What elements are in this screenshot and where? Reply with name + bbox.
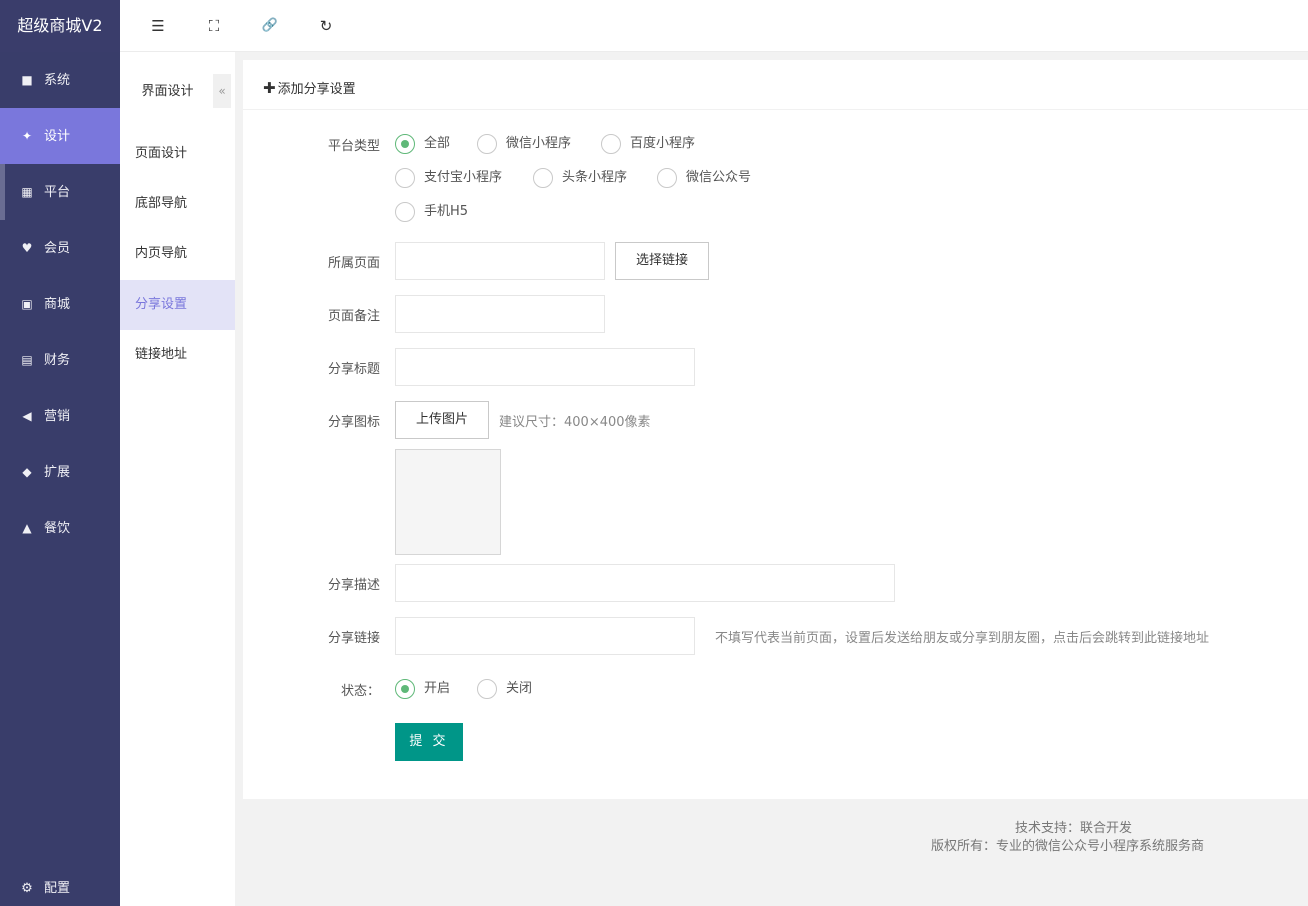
share-icon-label: 分享图标 (327, 415, 380, 430)
radio-platform-mobile-h5[interactable]: 手机H5 (395, 201, 468, 223)
radio-circle-icon (395, 201, 415, 222)
status-label: 状态： (340, 684, 380, 699)
share-link-label: 分享链接 (327, 631, 380, 646)
link-icon[interactable]: 🔗 (258, 14, 282, 38)
radio-platform-alipay-mini[interactable]: 支付宝小程序 (395, 167, 502, 189)
heart-icon: ♥ (21, 241, 33, 255)
sidebar-item-design[interactable]: ✦ 设计 (0, 108, 120, 164)
radio-circle-icon (395, 133, 415, 154)
app-logo-title: 超级商城V2 (0, 0, 120, 52)
radio-label: 百度小程序 (630, 136, 696, 151)
radio-status-on[interactable]: 开启 (395, 678, 450, 700)
sidebar-item-label: 餐饮 (44, 521, 71, 536)
radio-label: 关闭 (506, 681, 533, 696)
sidebar-item-marketing[interactable]: ◀ 营销 (0, 388, 120, 444)
radio-circle-icon (657, 167, 677, 188)
money-icon: ▤ (21, 353, 33, 367)
share-title-label: 分享标题 (327, 362, 380, 377)
gear-icon: ⚙ (21, 881, 33, 896)
radio-circle-icon (477, 678, 497, 699)
radio-label: 开启 (424, 681, 451, 696)
sidebar-item-mall[interactable]: ▣ 商城 (0, 276, 120, 332)
sidebar-item-catering[interactable]: ▲ 餐饮 (0, 500, 120, 556)
radio-label: 微信小程序 (506, 136, 572, 151)
radio-circle-icon (395, 167, 415, 188)
sidebar-item-label: 系统 (44, 73, 71, 88)
radio-status-off[interactable]: 关闭 (477, 678, 532, 700)
subnav-item-link-address[interactable]: 链接地址 (120, 330, 235, 380)
sidebar-item-member[interactable]: ♥ 会员 (0, 220, 120, 276)
radio-circle-icon (533, 167, 553, 188)
radio-platform-wechat-official[interactable]: 微信公众号 (657, 167, 751, 189)
menu-fold-icon[interactable]: ☰ (146, 14, 170, 38)
subnav-item-page-design[interactable]: 页面设计 (120, 129, 235, 179)
refresh-icon[interactable]: ↻ (314, 14, 338, 38)
puzzle-icon: ✦ (21, 129, 33, 143)
sidebar-item-system[interactable]: ■ 系统 (0, 52, 120, 108)
sidebar-item-label: 营销 (44, 409, 71, 424)
subnav-item-bottom-nav[interactable]: 底部导航 (120, 179, 235, 229)
radio-platform-toutiao-mini[interactable]: 头条小程序 (533, 167, 627, 189)
monitor-icon: ■ (21, 73, 33, 87)
sidebar-item-label: 会员 (44, 241, 71, 256)
main-panel: ✚ 添加分享设置 平台类型 全部 微信小程序 百度小程序 支付宝小程序 头条小程序… (243, 60, 1308, 799)
top-toolbar: ☰ ⛶ 🔗 ↻ (120, 0, 1308, 52)
sidebar-item-platform[interactable]: ▦ 平台 (0, 164, 120, 220)
sidebar-item-extension[interactable]: ◆ 扩展 (0, 444, 120, 500)
bag-icon: ▣ (21, 297, 33, 311)
page-remark-label: 页面备注 (327, 309, 380, 324)
radio-label: 全部 (424, 136, 451, 151)
sidebar-item-label: 扩展 (44, 465, 71, 480)
radio-platform-all[interactable]: 全部 (395, 133, 450, 155)
cloche-icon: ▲ (22, 521, 32, 535)
radio-label: 支付宝小程序 (424, 170, 503, 185)
share-link-input[interactable] (395, 617, 695, 655)
subnav-item-inner-nav[interactable]: 内页导航 (120, 229, 235, 279)
share-description-input[interactable] (395, 564, 895, 602)
platform-type-label: 平台类型 (327, 139, 380, 154)
fullscreen-icon[interactable]: ⛶ (202, 14, 226, 38)
radio-label: 微信公众号 (686, 170, 752, 185)
radio-platform-baidu-mini[interactable]: 百度小程序 (601, 133, 695, 155)
footer: 技术支持：联合开发 版权所有：专业的微信公众号小程序系统服务商 (243, 820, 1308, 856)
radio-platform-wechat-mini[interactable]: 微信小程序 (477, 133, 571, 155)
main-sidebar: 超级商城V2 ■ 系统 ✦ 设计 ▦ 平台 ♥ 会员 ▣ 商城 ▤ 财务 ◀ 营销 ◆ 扩展 ▲… (0, 0, 120, 906)
submit-button[interactable]: 提 交 (395, 723, 463, 761)
image-preview (395, 449, 501, 555)
page-remark-input[interactable] (395, 295, 605, 333)
collapse-icon[interactable]: « (213, 74, 231, 108)
radio-circle-icon (395, 678, 415, 699)
upload-image-button[interactable]: 上传图片 (395, 401, 489, 439)
subnav-title: 界面设计 (141, 84, 194, 99)
cube-icon: ◆ (22, 465, 32, 479)
page-label: 所属页面 (327, 256, 380, 271)
page-input[interactable] (395, 242, 605, 280)
panel-header-label[interactable]: 添加分享设置 (278, 82, 356, 97)
sidebar-item-finance[interactable]: ▤ 财务 (0, 332, 120, 388)
panel-header: ✚ 添加分享设置 (243, 60, 1308, 110)
sidebar-item-label: 商城 (44, 297, 71, 312)
sub-navigation: 界面设计 « 页面设计 底部导航 内页导航 分享设置 链接地址 (120, 52, 235, 906)
share-description-label: 分享描述 (327, 578, 380, 593)
subnav-item-share-settings[interactable]: 分享设置 (120, 280, 235, 330)
share-title-input[interactable] (395, 348, 695, 386)
share-link-hint: 不填写代表当前页面，设置后发送给朋友或分享到朋友圈，点击后会跳转到此链接地址 (715, 631, 1210, 646)
select-link-button[interactable]: 选择链接 (615, 242, 709, 280)
sidebar-item-label: 财务 (44, 353, 71, 368)
plus-icon: ✚ (263, 79, 276, 97)
sidebar-item-label: 设计 (44, 129, 71, 144)
radio-circle-icon (477, 133, 497, 154)
radio-label: 头条小程序 (562, 170, 628, 185)
sidebar-item-label: 平台 (44, 185, 71, 200)
icon-size-hint: 建议尺寸：400×400像素 (499, 415, 651, 430)
sidebar-item-config[interactable]: ⚙ 配置 (0, 878, 120, 906)
radio-label: 手机H5 (424, 204, 469, 219)
sidebar-item-label: 配置 (44, 881, 71, 896)
megaphone-icon: ◀ (22, 409, 32, 423)
grid-icon: ▦ (21, 185, 33, 199)
footer-support: 技术支持：联合开发 (1015, 821, 1133, 836)
radio-circle-icon (601, 133, 621, 154)
footer-copyright: 版权所有：专业的微信公众号小程序系统服务商 (931, 839, 1205, 854)
